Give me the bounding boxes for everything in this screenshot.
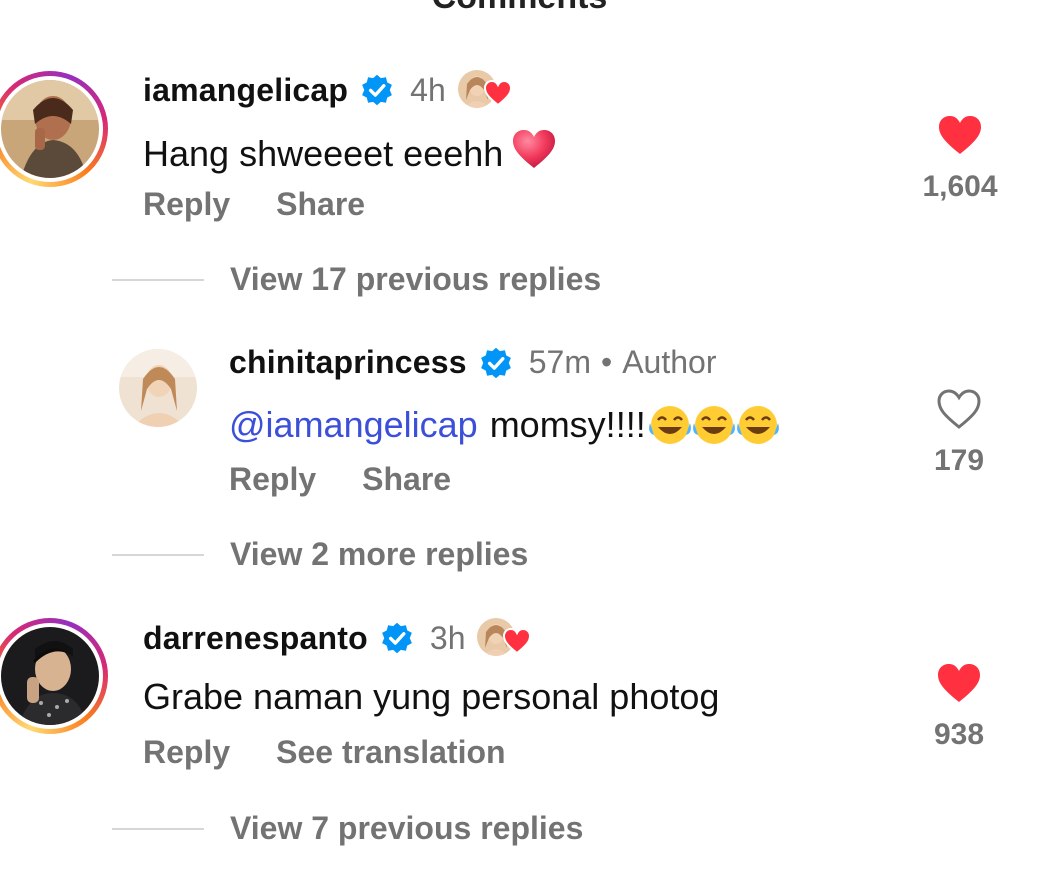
story-avatar[interactable] [0,618,108,734]
comment-time: 4h [410,71,446,108]
comment-header: darrenespanto 3h [143,618,533,658]
heart-outline-icon[interactable] [936,388,982,430]
share-button[interactable]: Share [276,186,365,223]
comment-header: iamangelicap 4h [143,70,514,110]
view-replies-label[interactable]: View 17 previous replies [230,261,601,298]
verified-badge-icon [480,347,511,378]
separator-dot: • [601,344,613,380]
view-replies-button[interactable]: View 7 previous replies [112,810,583,847]
like-count: 179 [933,444,985,477]
heart-icon [503,628,532,654]
like-button[interactable]: 938 [909,662,1009,752]
creator-liked-indicator [477,618,533,658]
comment-body: momsy!!!! [489,404,646,445]
like-button[interactable]: 179 [909,388,1009,478]
mention-link[interactable]: @iamangelicap [229,404,478,446]
user-photo-icon [1,627,99,725]
comment-actions: Reply Share [229,461,497,498]
verified-badge-icon [382,622,412,654]
reply-button[interactable]: Reply [143,734,230,771]
heart-icon [483,80,512,106]
reply-button[interactable]: Reply [143,186,230,223]
view-replies-button[interactable]: View 17 previous replies [112,261,601,298]
see-translation-button[interactable]: See translation [276,734,505,771]
share-button[interactable]: Share [362,461,451,498]
view-replies-label[interactable]: View 7 previous replies [230,810,583,847]
comment-body: Hang shweeeet eeehh [143,132,504,174]
comments-screen: Comments iamangelicap 4h [0,0,1039,874]
comment-text: @iamangelicap momsy!!!! [229,403,780,447]
comment-header: chinitaprincess 57m • Author [229,344,716,381]
divider [112,827,204,830]
divider [112,278,204,281]
heart-filled-icon[interactable] [937,114,983,156]
avatar[interactable] [119,349,197,427]
username[interactable]: chinitaprincess [229,344,467,381]
view-replies-label[interactable]: View 2 more replies [230,536,528,573]
like-count: 938 [933,718,985,751]
like-button[interactable]: 1,604 [910,114,1010,204]
heart-emoji-icon [511,128,557,179]
username[interactable]: darrenespanto [143,620,368,657]
comment-time: 57m [528,344,591,380]
heart-filled-icon[interactable] [936,662,982,704]
divider [112,553,204,556]
user-photo-icon [119,349,197,427]
creator-liked-indicator [457,70,514,110]
author-badge: Author [622,344,717,380]
comment-actions: Reply See translation [143,734,552,771]
comment-body: Grabe naman yung personal photog [143,676,720,717]
story-avatar[interactable] [0,71,108,187]
username[interactable]: iamangelicap [143,72,348,109]
view-replies-button[interactable]: View 2 more replies [112,536,528,573]
section-title: Comments [0,0,1039,17]
comment-text: Grabe naman yung personal photog [143,676,719,718]
laughing-emoji-icon [648,403,780,447]
like-count: 1,604 [922,170,998,203]
verified-badge-icon [362,74,393,106]
user-photo-icon [1,80,99,178]
comment-time: 3h [429,619,466,656]
comment-actions: Reply Share [143,186,411,223]
reply-button[interactable]: Reply [229,461,316,498]
comment-text: Hang shweeeet eeehh [143,128,557,179]
